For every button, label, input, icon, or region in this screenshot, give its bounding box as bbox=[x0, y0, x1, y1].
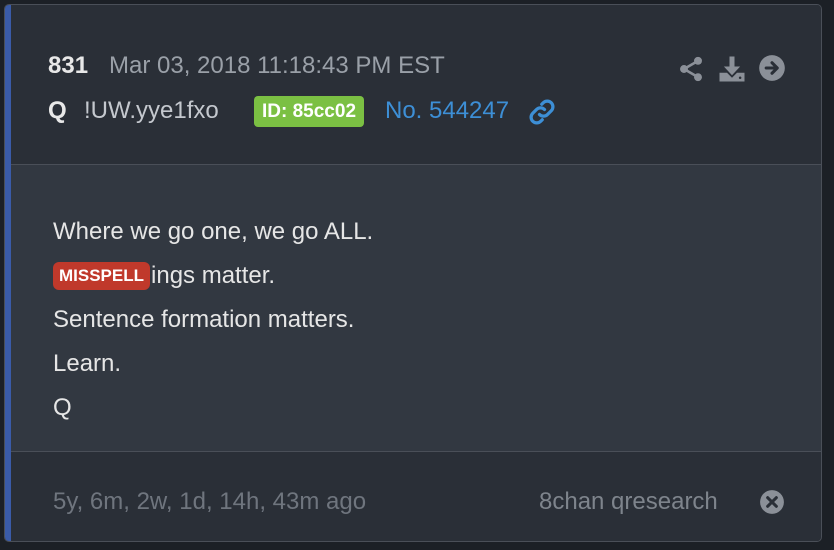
post-body: Where we go one, we go ALL. MISSPELL ings… bbox=[11, 165, 821, 452]
post-footer: 5y, 6m, 2w, 1d, 14h, 43m ago 8chan qrese… bbox=[11, 452, 821, 541]
post-number: 831 bbox=[48, 52, 89, 79]
post-line: MISSPELL ings matter. bbox=[53, 262, 275, 290]
download-icon[interactable] bbox=[717, 54, 747, 84]
link-icon[interactable] bbox=[527, 97, 557, 127]
post-date: Mar 03, 2018 11:18:43 PM EST bbox=[109, 52, 445, 79]
post-line: Q bbox=[53, 394, 72, 421]
post-header: 831 Mar 03, 2018 11:18:43 PM EST Q !UW.y… bbox=[11, 5, 821, 165]
time-ago: 5y, 6m, 2w, 1d, 14h, 43m ago bbox=[53, 488, 367, 515]
close-icon[interactable] bbox=[759, 489, 785, 515]
misspell-tag: MISSPELL bbox=[53, 262, 151, 290]
tripcode: !UW.yye1fxo bbox=[84, 97, 219, 124]
post-no-link[interactable]: No. 544247 bbox=[385, 97, 509, 125]
poster-name: Q bbox=[48, 97, 67, 124]
post-line: Learn. bbox=[53, 350, 122, 377]
post-line: Where we go one, we go ALL. bbox=[53, 218, 374, 245]
post-card: 831 Mar 03, 2018 11:18:43 PM EST Q !UW.y… bbox=[4, 4, 822, 542]
post-line-text: ings matter. bbox=[151, 262, 276, 289]
share-icon[interactable] bbox=[677, 55, 705, 83]
post-line: Sentence formation matters. bbox=[53, 306, 355, 333]
arrow-right-circle-icon[interactable] bbox=[758, 54, 786, 82]
id-badge: ID: 85cc02 bbox=[254, 96, 365, 127]
source-board: 8chan qresearch bbox=[539, 488, 718, 515]
